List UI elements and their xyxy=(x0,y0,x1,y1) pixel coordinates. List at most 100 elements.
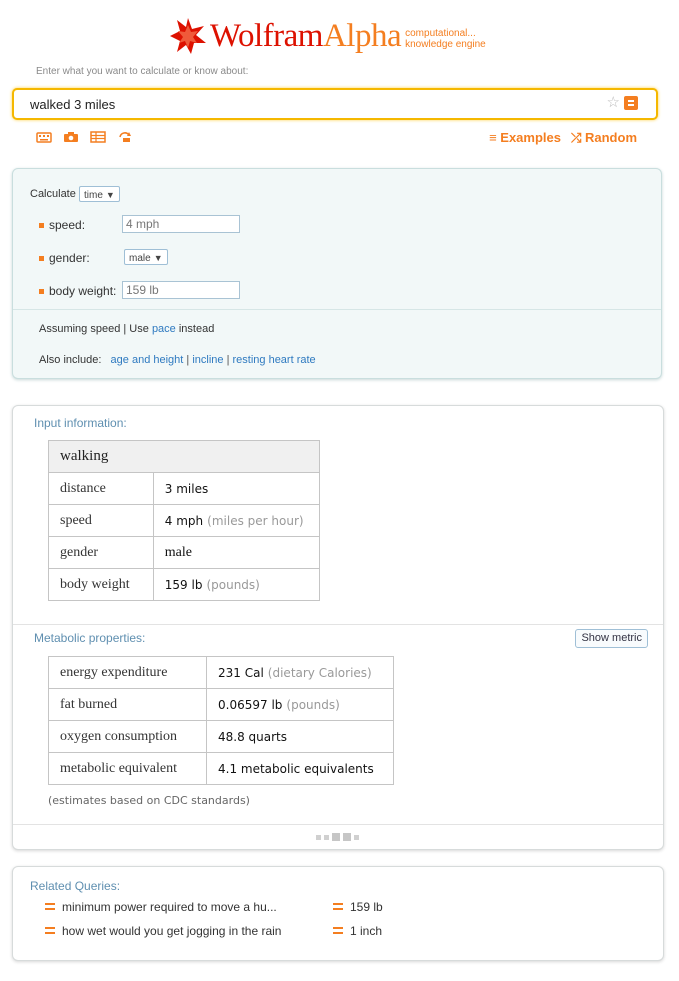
calculate-label: Calculate xyxy=(30,188,76,200)
row-label: distance xyxy=(48,472,154,505)
results-pods: Input information: walking distance 3 mil… xyxy=(12,405,664,850)
calculate-select[interactable]: time ▼ xyxy=(79,186,120,202)
value-text: 231 Cal xyxy=(218,665,264,680)
also-include-line: Also include: age and height | incline |… xyxy=(39,354,316,366)
row-label: energy expenditure xyxy=(48,656,207,689)
age-and-height-link[interactable]: age and height xyxy=(111,354,184,366)
table-header: walking xyxy=(48,440,320,473)
row-label: speed xyxy=(48,504,154,537)
assuming-text: Assuming speed xyxy=(39,323,121,335)
spikey-star-icon xyxy=(170,18,206,54)
input-info-table: walking distance 3 miles speed 4 mph (miles… xyxy=(48,440,321,601)
separator: | xyxy=(226,354,230,366)
dot xyxy=(316,834,321,840)
dot xyxy=(343,833,351,841)
row-label: metabolic equivalent xyxy=(48,752,207,785)
related-query-icon xyxy=(333,903,343,910)
related-queries-panel: Related Queries: minimum power required … xyxy=(12,866,664,961)
metabolic-title: Metabolic properties: xyxy=(34,631,146,645)
use-text: | Use xyxy=(123,323,149,335)
show-metric-button[interactable]: Show metric xyxy=(575,629,648,648)
related-query-icon xyxy=(333,927,343,934)
pod-divider xyxy=(13,624,663,625)
logo-wolfram-text: Wolfram xyxy=(210,17,323,54)
tagline-line2: knowledge engine xyxy=(405,39,486,50)
metabolic-table: energy expenditure 231 Cal (dietary Calori… xyxy=(48,656,394,785)
pace-link[interactable]: pace xyxy=(152,323,176,335)
assumption-line: Assuming speed | Use pace instead xyxy=(39,323,214,335)
resting-heart-rate-link[interactable]: resting heart rate xyxy=(233,354,316,366)
row-value: 4.1 metabolic equivalents xyxy=(206,752,394,785)
table-row: speed 4 mph (miles per hour) xyxy=(48,504,321,537)
dot xyxy=(354,834,359,840)
value-text: 4.1 metabolic equivalents xyxy=(218,761,374,776)
row-label: oxygen consumption xyxy=(48,720,207,753)
bullet-icon xyxy=(39,289,44,294)
value-text: 4 mph xyxy=(164,513,204,528)
row-value: 4 mph (miles per hour) xyxy=(152,504,321,537)
random-link[interactable]: ⤮ Random xyxy=(571,130,637,146)
table-row: distance 3 miles xyxy=(48,472,321,505)
favorite-star-icon[interactable]: ☆ xyxy=(607,95,620,111)
related-title: Related Queries: xyxy=(30,879,121,893)
value-text: 159 lb xyxy=(164,577,203,592)
chevron-down-icon: ▼ xyxy=(105,190,115,200)
unit-text: (miles per hour) xyxy=(207,513,304,528)
logo-text: WolframAlpha xyxy=(210,17,402,55)
table-row: oxygen consumption 48.8 quarts xyxy=(48,720,394,753)
examples-link[interactable]: ≡ Examples xyxy=(489,130,561,146)
row-label: gender xyxy=(48,536,154,569)
also-include-label: Also include: xyxy=(39,354,102,366)
cdc-note: (estimates based on CDC standards) xyxy=(48,794,250,807)
keyboard-icon[interactable] xyxy=(36,131,52,143)
search-prompt: Enter what you want to calculate or know… xyxy=(36,66,249,77)
wolfram-alpha-logo[interactable]: WolframAlpha computational... knowledge … xyxy=(168,14,486,58)
body-weight-input[interactable]: 159 lb xyxy=(122,281,240,299)
row-value: 159 lb (pounds) xyxy=(152,568,321,601)
dot xyxy=(332,833,340,841)
value-text: 0.06597 lb xyxy=(218,697,283,712)
related-query-icon xyxy=(45,903,55,910)
unit-text: (dietary Calories) xyxy=(267,665,372,680)
row-value: male xyxy=(152,536,321,569)
table-row: walking xyxy=(48,440,320,473)
value-text: 3 miles xyxy=(164,481,209,496)
input-tools xyxy=(36,131,133,143)
related-query-link[interactable]: 159 lb xyxy=(350,900,383,914)
table-row: fat burned 0.06597 lb (pounds) xyxy=(48,688,394,721)
incline-link[interactable]: incline xyxy=(192,354,223,366)
gender-select[interactable]: male ▼ xyxy=(124,249,168,265)
compute-button[interactable] xyxy=(624,96,638,110)
upload-icon[interactable] xyxy=(117,131,133,143)
row-label: body weight xyxy=(48,568,154,601)
gender-select-value: male xyxy=(129,253,151,264)
body-weight-label: body weight: xyxy=(49,284,117,298)
related-query-link[interactable]: minimum power required to move a hu... xyxy=(62,900,277,914)
table-icon[interactable] xyxy=(90,131,106,143)
row-value: 231 Cal (dietary Calories) xyxy=(206,656,394,689)
unit-text: (pounds) xyxy=(206,577,260,592)
row-label: fat burned xyxy=(48,688,207,721)
related-query-link[interactable]: how wet would you get jogging in the rai… xyxy=(62,924,281,938)
logo-tagline: computational... knowledge engine xyxy=(405,28,486,50)
bullet-icon xyxy=(39,223,44,228)
logo-alpha-text: Alpha xyxy=(322,17,402,54)
row-value: 3 miles xyxy=(152,472,321,505)
related-query-link[interactable]: 1 inch xyxy=(350,924,382,938)
table-row: energy expenditure 231 Cal (dietary Calori… xyxy=(48,656,394,689)
gender-label: gender: xyxy=(49,251,90,265)
divider xyxy=(13,309,661,310)
search-input[interactable] xyxy=(30,95,590,113)
value-text: 48.8 quarts xyxy=(218,729,287,744)
related-query-icon xyxy=(45,927,55,934)
random-label: Random xyxy=(585,130,637,145)
camera-icon[interactable] xyxy=(63,131,79,143)
table-row: metabolic equivalent 4.1 metabolic equiva… xyxy=(48,752,394,785)
value-text: male xyxy=(164,544,192,560)
examples-label: Examples xyxy=(500,130,561,145)
pod-pagination-dots[interactable] xyxy=(316,833,359,841)
separator: | xyxy=(186,354,190,366)
speed-input[interactable]: 4 mph xyxy=(122,215,240,233)
row-value: 0.06597 lb (pounds) xyxy=(206,688,394,721)
search-box: ☆ xyxy=(12,88,658,120)
